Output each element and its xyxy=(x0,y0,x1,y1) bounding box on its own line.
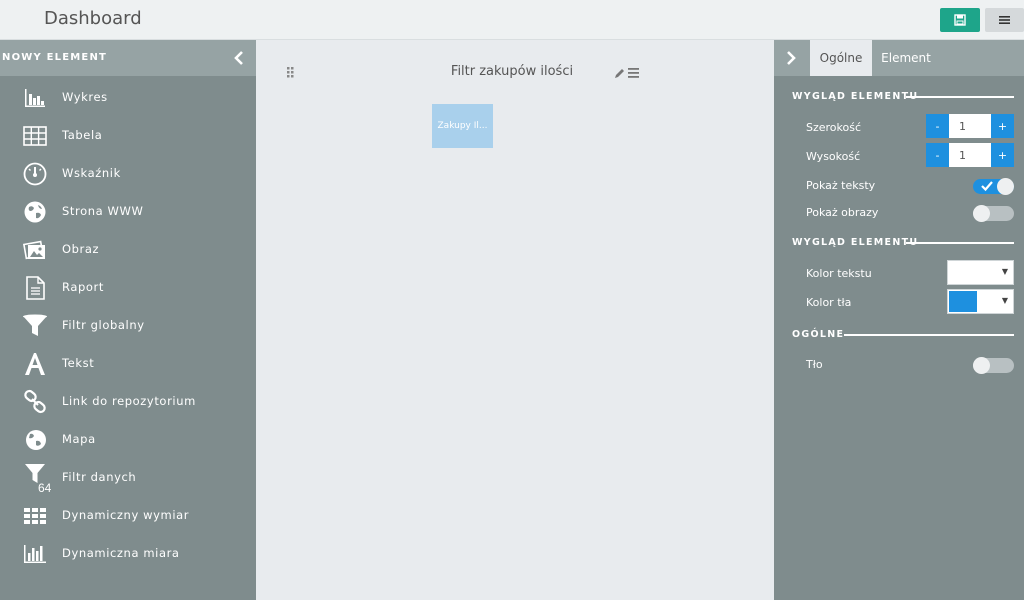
widget-title: Filtr zakupów ilości xyxy=(450,64,574,79)
element-item-wykres[interactable]: Wykres xyxy=(0,78,256,116)
globe-icon xyxy=(22,199,48,225)
element-item-label: Obraz xyxy=(62,242,100,256)
chevron-right-icon[interactable] xyxy=(782,48,800,68)
element-item-label: Filtr danych xyxy=(62,470,137,484)
element-item-strona-www[interactable]: Strona WWW xyxy=(0,192,256,230)
checkmark-icon xyxy=(981,181,993,192)
element-item-label: Strona WWW xyxy=(62,204,144,218)
element-item-label: Link do repozytorium xyxy=(62,394,196,408)
element-item-wskaznik[interactable]: Wskaźnik xyxy=(0,154,256,192)
show-texts-label: Pokaż teksty xyxy=(806,179,876,192)
letter-a-icon xyxy=(22,351,48,377)
height-decrement-button[interactable]: - xyxy=(926,143,949,167)
bg-color-select[interactable]: ▼ xyxy=(947,289,1014,314)
section-divider xyxy=(906,242,1014,244)
width-stepper: - 1 + xyxy=(926,114,1014,138)
height-value-input[interactable]: 1 xyxy=(949,143,991,167)
dashboard-canvas: Filtr zakupów ilości Zakupy Il... xyxy=(256,40,774,600)
element-item-filtr-danych[interactable]: 64 Filtr danych xyxy=(0,458,256,496)
height-label: Wysokość xyxy=(806,150,861,163)
toggle-knob xyxy=(997,178,1014,195)
show-images-toggle[interactable] xyxy=(973,205,1014,222)
height-stepper: - 1 + xyxy=(926,143,1014,167)
new-element-panel: NOWY ELEMENT Wykres Tabela Wskaźnik Stro… xyxy=(0,40,256,600)
text-color-label: Kolor tekstu xyxy=(806,267,872,280)
element-item-tabela[interactable]: Tabela xyxy=(0,116,256,154)
dropdown-arrow-icon: ▼ xyxy=(1001,267,1008,276)
floppy-disk-icon xyxy=(954,14,966,26)
background-toggle[interactable] xyxy=(973,357,1014,374)
dropdown-arrow-icon: ▼ xyxy=(1001,296,1008,305)
funnel-icon xyxy=(22,313,48,339)
element-item-label: Wskaźnik xyxy=(62,166,121,180)
earth-icon xyxy=(22,427,48,453)
element-list: Wykres Tabela Wskaźnik Strona WWW Obraz … xyxy=(0,78,256,572)
new-element-header: NOWY ELEMENT xyxy=(0,40,256,76)
save-button[interactable] xyxy=(940,8,980,32)
table-grid-icon xyxy=(22,123,48,149)
element-item-label: Wykres xyxy=(62,90,108,104)
properties-panel: Ogólne Element WYGLĄD ELEMENTU Szerokość… xyxy=(774,40,1024,600)
list-menu-icon[interactable] xyxy=(628,68,639,78)
element-item-dynamiczna-miara[interactable]: Dynamiczna miara xyxy=(0,534,256,572)
element-item-label: Raport xyxy=(62,280,104,294)
element-item-raport[interactable]: Raport xyxy=(0,268,256,306)
element-item-label: Mapa xyxy=(62,432,96,446)
show-images-label: Pokaż obrazy xyxy=(806,206,879,219)
pencil-icon[interactable] xyxy=(615,69,624,78)
width-label: Szerokość xyxy=(806,121,862,134)
toggle-knob xyxy=(973,357,990,374)
element-item-label: Filtr globalny xyxy=(62,318,145,332)
element-item-tekst[interactable]: Tekst xyxy=(0,344,256,382)
width-increment-button[interactable]: + xyxy=(991,114,1014,138)
menu-button[interactable] xyxy=(985,8,1024,32)
gauge-icon xyxy=(22,161,48,187)
section-title: WYGLĄD ELEMENTU xyxy=(792,91,919,102)
grid-icon xyxy=(22,503,48,529)
image-icon xyxy=(22,237,48,263)
bg-color-label: Kolor tła xyxy=(806,296,852,309)
element-item-link-do-repozytorium[interactable]: Link do repozytorium xyxy=(0,382,256,420)
new-element-title: NOWY ELEMENT xyxy=(2,52,108,63)
element-item-label: Dynamiczny wymiar xyxy=(62,508,190,522)
element-item-mapa[interactable]: Mapa xyxy=(0,420,256,458)
chain-link-icon xyxy=(22,389,48,415)
tab-element[interactable]: Element xyxy=(874,40,938,76)
app-header: Dashboard xyxy=(0,0,1024,40)
width-decrement-button[interactable]: - xyxy=(926,114,949,138)
hamburger-menu-icon xyxy=(999,16,1010,24)
widget-actions xyxy=(615,68,639,78)
section-divider xyxy=(906,96,1014,98)
height-increment-button[interactable]: + xyxy=(991,143,1014,167)
element-item-label: Dynamiczna miara xyxy=(62,546,180,560)
column-chart-icon xyxy=(22,541,48,567)
toggle-knob xyxy=(973,205,990,222)
element-item-label: Tabela xyxy=(62,128,103,142)
element-item-obraz[interactable]: Obraz xyxy=(0,230,256,268)
section-title: WYGLĄD ELEMENTU xyxy=(792,237,919,248)
funnel-64-label: 64 xyxy=(38,481,52,495)
tab-ogolne[interactable]: Ogólne xyxy=(810,40,872,76)
page-title: Dashboard xyxy=(44,8,142,29)
filter-value-chip[interactable]: Zakupy Il... xyxy=(432,104,493,148)
bar-chart-icon xyxy=(22,85,48,111)
bg-color-swatch xyxy=(949,291,977,312)
show-texts-toggle[interactable] xyxy=(973,178,1014,195)
funnel-64-icon: 64 xyxy=(22,464,52,495)
section-divider xyxy=(844,334,1014,336)
properties-tabs: Ogólne Element xyxy=(774,40,1024,76)
section-title: OGÓLNE xyxy=(792,329,845,340)
document-icon xyxy=(22,275,48,301)
element-item-filtr-globalny[interactable]: Filtr globalny xyxy=(0,306,256,344)
width-value-input[interactable]: 1 xyxy=(949,114,991,138)
text-color-swatch xyxy=(949,262,977,283)
chevron-left-icon[interactable] xyxy=(230,48,248,68)
element-item-dynamiczny-wymiar[interactable]: Dynamiczny wymiar xyxy=(0,496,256,534)
element-item-label: Tekst xyxy=(62,356,95,370)
text-color-select[interactable]: ▼ xyxy=(947,260,1014,285)
background-label: Tło xyxy=(806,358,823,371)
